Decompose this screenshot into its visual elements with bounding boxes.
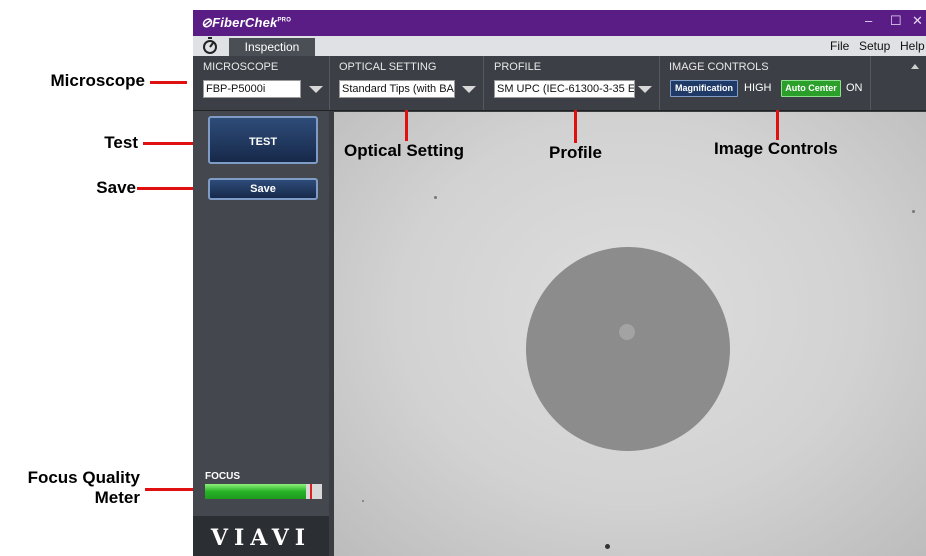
chevron-down-icon[interactable] <box>309 86 323 93</box>
annotation-optical-setting: Optical Setting <box>344 141 464 160</box>
title-bar: ⊘FiberChekPRO – ☐ ✕ <box>193 10 926 36</box>
debris-speck <box>362 500 364 502</box>
left-panel: TEST Save FOCUS VIAVI <box>193 111 329 556</box>
annotation-profile-line <box>574 110 577 143</box>
annotation-microscope: Microscope <box>50 71 145 90</box>
chevron-down-icon[interactable] <box>638 86 652 93</box>
menu-setup[interactable]: Setup <box>859 39 890 53</box>
magnification-button[interactable]: Magnification <box>670 80 738 97</box>
annotation-save: Save <box>96 178 136 197</box>
brand-sup: PRO <box>277 17 292 24</box>
image-controls-group: IMAGE CONTROLS Magnification HIGH Auto C… <box>660 56 871 110</box>
optical-setting-label: OPTICAL SETTING <box>339 61 437 73</box>
fiber-image-viewport[interactable] <box>334 112 926 556</box>
annotation-image-controls-line <box>776 110 779 140</box>
microscope-select[interactable]: FBP-P5000i <box>203 80 301 98</box>
annotation-test: Test <box>104 133 138 152</box>
maximize-button[interactable]: ☐ <box>890 13 902 29</box>
annotation-focus-quality-line2: Meter <box>94 488 140 507</box>
timer-icon[interactable] <box>202 37 218 55</box>
brand-icon: ⊘ <box>201 15 213 30</box>
minimize-button[interactable]: – <box>865 13 872 28</box>
auto-center-value: ON <box>846 82 863 94</box>
menu-bar: Inspection File Setup Help <box>193 36 926 56</box>
focus-meter-fill <box>205 484 306 499</box>
focus-quality-meter <box>205 484 322 499</box>
profile-select[interactable]: SM UPC (IEC-61300-3-35 Ed <box>494 80 635 98</box>
annotation-profile: Profile <box>549 143 602 162</box>
debris-speck <box>434 196 437 199</box>
optical-setting-group: OPTICAL SETTING Standard Tips (with BAF <box>330 56 484 110</box>
annotation-focus-quality: Focus Quality Meter <box>0 468 140 508</box>
menu-file[interactable]: File <box>830 39 849 53</box>
focus-meter-marker <box>310 484 312 499</box>
magnification-value: HIGH <box>744 82 772 94</box>
annotation-microscope-line <box>150 81 187 84</box>
image-controls-label: IMAGE CONTROLS <box>669 61 769 73</box>
microscope-group: MICROSCOPE FBP-P5000i <box>193 56 330 110</box>
debris-speck <box>605 544 610 549</box>
save-button[interactable]: Save <box>208 178 318 200</box>
annotation-optical-setting-line <box>405 110 408 141</box>
test-button[interactable]: TEST <box>208 116 318 164</box>
optical-setting-select[interactable]: Standard Tips (with BAF <box>339 80 455 98</box>
fiber-cladding <box>526 247 730 451</box>
auto-center-button[interactable]: Auto Center <box>781 80 841 97</box>
collapse-toolbar-icon[interactable] <box>911 64 919 69</box>
profile-group: PROFILE SM UPC (IEC-61300-3-35 Ed <box>484 56 660 110</box>
annotation-focus-quality-line1: Focus Quality <box>27 468 140 487</box>
app-window: ⊘FiberChekPRO – ☐ ✕ Inspection File Setu… <box>193 10 926 556</box>
microscope-label: MICROSCOPE <box>203 61 279 73</box>
toolbar: MICROSCOPE FBP-P5000i OPTICAL SETTING St… <box>193 56 926 111</box>
fiber-core <box>619 324 635 340</box>
menu-help[interactable]: Help <box>900 39 925 53</box>
tab-inspection[interactable]: Inspection <box>229 38 315 56</box>
annotation-image-controls: Image Controls <box>714 139 838 158</box>
viavi-logo: VIAVI <box>210 525 312 551</box>
brand-logo: ⊘FiberChekPRO <box>201 15 291 31</box>
debris-speck <box>912 210 915 213</box>
profile-label: PROFILE <box>494 61 542 73</box>
focus-label: FOCUS <box>205 471 240 482</box>
brand-name: FiberChek <box>212 15 278 30</box>
logo-area: VIAVI <box>193 516 329 556</box>
chevron-down-icon[interactable] <box>462 86 476 93</box>
close-button[interactable]: ✕ <box>912 13 923 29</box>
